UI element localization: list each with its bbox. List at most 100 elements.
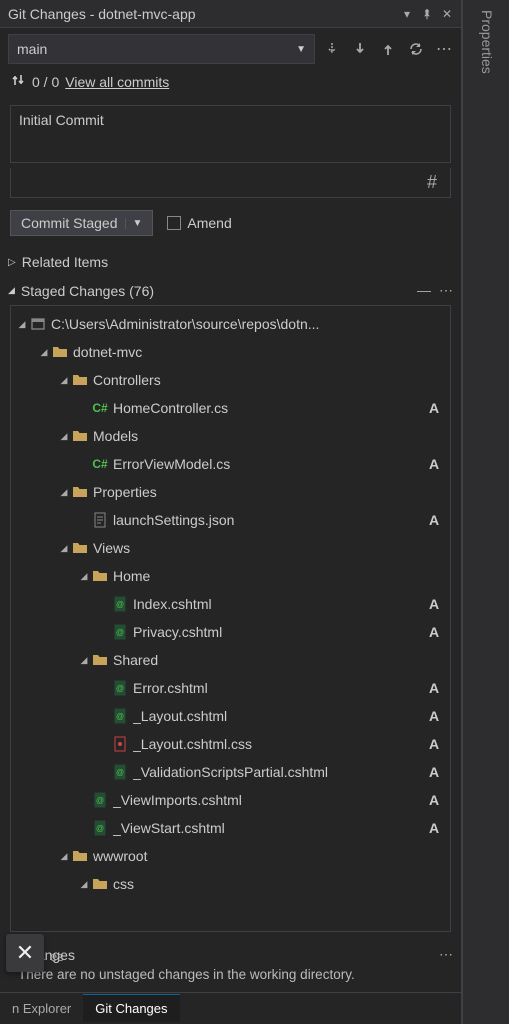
more-icon[interactable]: ⋯: [435, 40, 453, 58]
tree-file[interactable]: @ Index.cshtmlA: [11, 590, 450, 618]
tree-folder[interactable]: ◢wwwroot: [11, 842, 450, 870]
tree-item-label: css: [113, 876, 426, 892]
tree-item-label: _ViewImports.cshtml: [113, 792, 426, 808]
tree-folder[interactable]: ◢Models: [11, 422, 450, 450]
folder-icon: [91, 875, 109, 893]
commit-button-dropdown[interactable]: ▼: [125, 218, 142, 229]
tree-file[interactable]: C#HomeController.csA: [11, 394, 450, 422]
file-status: A: [426, 792, 442, 808]
tree-file[interactable]: @_ValidationScriptsPartial.cshtmlA: [11, 758, 450, 786]
changes-header[interactable]: Changes ⋯: [0, 940, 461, 965]
tree-item-label: Error.cshtml: [133, 680, 426, 696]
amend-checkbox[interactable]: Amend: [167, 215, 231, 231]
file-status: A: [426, 596, 442, 612]
commit-message-input[interactable]: [10, 105, 451, 163]
commit-message-options: #: [10, 168, 451, 198]
cshtml-icon: @: [111, 623, 129, 641]
staged-more-icon[interactable]: ⋯: [439, 282, 453, 299]
related-items-header[interactable]: Related Items: [0, 248, 461, 276]
tree-file[interactable]: @ _ViewStart.cshtmlA: [11, 814, 450, 842]
cshtml-icon: @: [91, 819, 109, 837]
tree-file[interactable]: @ Error.cshtmlA: [11, 674, 450, 702]
tree-folder[interactable]: ◢Controllers: [11, 366, 450, 394]
svg-text:@: @: [116, 600, 124, 609]
json-icon: [91, 511, 109, 529]
tree-item-label: Properties: [93, 484, 426, 500]
commit-action-row: Commit Staged ▼ Amend: [0, 198, 461, 248]
svg-text:@: @: [116, 628, 124, 637]
tree-file[interactable]: launchSettings.jsonA: [11, 506, 450, 534]
branch-selector[interactable]: main ▼: [8, 34, 315, 64]
folder-icon: [71, 539, 89, 557]
svg-text:@: @: [116, 684, 124, 693]
sync-toolbar: ⋯: [323, 40, 453, 58]
solution-icon: [29, 315, 47, 333]
amend-label: Amend: [187, 215, 231, 231]
tree-folder[interactable]: ◢css: [11, 870, 450, 898]
push-icon[interactable]: [379, 40, 397, 58]
cshtml-icon: @: [111, 763, 129, 781]
tree-item-label: _Layout.cshtml.css: [133, 736, 426, 752]
staged-changes-header[interactable]: Staged Changes (76) — ⋯: [0, 276, 461, 305]
folder-icon: [71, 371, 89, 389]
svg-text:@: @: [96, 796, 104, 805]
changes-more-icon[interactable]: ⋯: [439, 946, 453, 963]
tree-root[interactable]: ◢C:\Users\Administrator\source\repos\dot…: [11, 310, 450, 338]
changes-actions: ⋯: [439, 946, 453, 963]
tab-explorer-truncated[interactable]: n Explorer: [0, 995, 83, 1022]
tree-file[interactable]: C#ErrorViewModel.csA: [11, 450, 450, 478]
tree-file[interactable]: @ _ViewImports.cshtmlA: [11, 786, 450, 814]
properties-label: Properties: [479, 10, 495, 74]
file-status: A: [426, 820, 442, 836]
sync-icon[interactable]: [407, 40, 425, 58]
file-status: A: [426, 680, 442, 696]
floating-close-button[interactable]: ✕: [6, 934, 44, 972]
tree-folder[interactable]: ◢Properties: [11, 478, 450, 506]
related-items-label: Related Items: [22, 254, 108, 270]
tree-item-label: ErrorViewModel.cs: [113, 456, 426, 472]
panel-titlebar: Git Changes - dotnet-mvc-app ▾ ✕: [0, 0, 461, 28]
commits-counter: 0 / 0: [32, 74, 59, 90]
reference-issue-icon[interactable]: #: [420, 172, 444, 193]
tree-folder[interactable]: ◢Shared: [11, 646, 450, 674]
fetch-icon[interactable]: [323, 40, 341, 58]
file-status: A: [426, 456, 442, 472]
tree-item-label: _Layout.cshtml: [133, 708, 426, 724]
panel-title: Git Changes - dotnet-mvc-app: [8, 6, 397, 22]
cshtml-icon: @: [111, 679, 129, 697]
svg-text:@: @: [116, 712, 124, 721]
commit-staged-button[interactable]: Commit Staged ▼: [10, 210, 153, 236]
tree-file[interactable]: _Layout.cshtml.cssA: [11, 730, 450, 758]
tab-git-changes[interactable]: Git Changes: [83, 994, 179, 1022]
folder-icon: [71, 427, 89, 445]
tree-folder[interactable]: ◢Views: [11, 534, 450, 562]
svg-text:@: @: [96, 824, 104, 833]
tree-item-label: Views: [93, 540, 426, 556]
unstage-all-icon[interactable]: —: [417, 282, 431, 299]
file-status: A: [426, 736, 442, 752]
close-panel-icon[interactable]: ✕: [437, 4, 457, 24]
properties-side-tab[interactable]: Properties: [462, 0, 509, 1024]
pin-icon[interactable]: [417, 4, 437, 24]
changes-empty-text: There are no unstaged changes in the wor…: [0, 965, 461, 992]
folder-icon: [91, 651, 109, 669]
window-dropdown-icon[interactable]: ▾: [397, 4, 417, 24]
tree-item-label: HomeController.cs: [113, 400, 426, 416]
commit-message-container: #: [10, 105, 451, 198]
tree-file[interactable]: @Privacy.cshtmlA: [11, 618, 450, 646]
tree-folder[interactable]: ◢dotnet-mvc: [11, 338, 450, 366]
tree-folder[interactable]: ◢Home: [11, 562, 450, 590]
staged-tree-container: ◢C:\Users\Administrator\source\repos\dot…: [10, 305, 451, 932]
staged-changes-label: Staged Changes (76): [21, 283, 154, 299]
pull-icon[interactable]: [351, 40, 369, 58]
folder-icon: [71, 483, 89, 501]
svg-text:@: @: [116, 768, 124, 777]
cshtml-icon: @: [91, 791, 109, 809]
tree-item-label: Privacy.cshtml: [133, 624, 426, 640]
tree-item-label: Index.cshtml: [133, 596, 426, 612]
tree-file[interactable]: @_Layout.cshtmlA: [11, 702, 450, 730]
tree-item-label: _ViewStart.cshtml: [113, 820, 426, 836]
view-all-commits-link[interactable]: View all commits: [65, 74, 169, 90]
file-status: A: [426, 512, 442, 528]
staged-tree[interactable]: ◢C:\Users\Administrator\source\repos\dot…: [11, 306, 450, 931]
